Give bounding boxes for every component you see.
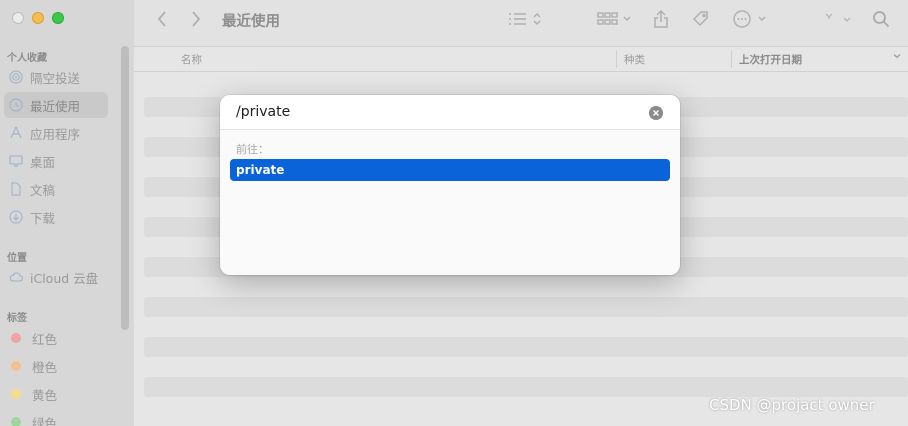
sidebar-tag-green[interactable]: 绿色 [4,409,108,426]
list-view-button[interactable] [506,9,546,29]
column-divider[interactable] [731,50,732,68]
tag-color-dot [11,389,21,399]
sidebar-item-airdrop[interactable]: 隔空投送 [4,64,108,90]
download-icon [9,210,23,224]
placeholder-row [144,337,908,357]
goto-label: 前往： [236,143,269,156]
applications-icon [9,126,23,140]
share-icon[interactable] [652,9,670,29]
tag-color-dot [11,333,21,343]
watermark: CSDN @projact owner [709,396,875,414]
sidebar-item-label: 隔空投送 [30,70,81,86]
column-header: 名称 种类 上次打开日期 [134,47,908,72]
column-name[interactable]: 名称 [181,52,202,67]
sidebar-item-desktop[interactable]: 桌面 [4,148,108,174]
sidebar-item-label: iCloud 云盘 [30,270,99,286]
placeholder-row [144,297,908,317]
cloud-icon [9,270,23,284]
document-icon [9,182,23,196]
sidebar-item-label: 红色 [32,331,58,347]
sidebar-item-recents[interactable]: 最近使用 [4,92,108,118]
more-actions-icon[interactable] [732,9,770,29]
traffic-lights [12,12,64,24]
sidebar-item-label: 应用程序 [30,126,81,142]
desktop-icon [9,154,23,168]
sidebar: 个人收藏 隔空投送 最近使用 应用程序 桌面 文稿 下载 位置 iCloud 云… [0,0,134,426]
sidebar-item-documents[interactable]: 文稿 [4,176,108,202]
search-icon[interactable] [872,9,890,29]
group-view-button[interactable] [596,9,634,29]
clear-icon[interactable] [649,106,663,120]
back-button[interactable] [156,9,168,29]
sidebar-item-downloads[interactable]: 下载 [4,204,108,230]
sidebar-item-label: 文稿 [30,182,56,198]
locations-header: 位置 [7,253,27,264]
close-window-button[interactable] [12,12,24,24]
tag-color-dot [11,361,21,371]
tag-icon[interactable] [691,9,711,29]
sidebar-tag-red[interactable]: 红色 [4,325,108,351]
forward-button[interactable] [190,9,202,29]
tag-color-dot [11,417,21,426]
toolbar: 最近使用 [134,0,908,47]
suggestion-item[interactable]: private [230,159,670,181]
column-kind[interactable]: 种类 [624,52,645,67]
column-divider[interactable] [616,50,617,68]
sidebar-item-label: 橙色 [32,359,58,375]
path-input[interactable] [220,95,680,130]
go-to-folder-dialog: 前往： private [220,95,680,275]
window-title: 最近使用 [222,14,280,30]
sidebar-item-label: 绿色 [32,415,58,426]
sidebar-tag-yellow[interactable]: 黄色 [4,381,108,407]
minimize-window-button[interactable] [32,12,44,24]
placeholder-row [144,377,908,397]
sidebar-item-icloud[interactable]: iCloud 云盘 [4,264,108,290]
finder-window: 个人收藏 隔空投送 最近使用 应用程序 桌面 文稿 下载 位置 iCloud 云… [0,0,908,426]
tags-header: 标签 [7,313,27,324]
sidebar-item-label: 桌面 [30,154,56,170]
clock-icon [9,98,23,112]
airdrop-icon [9,70,23,84]
sidebar-scrollbar[interactable] [121,46,129,330]
sidebar-item-label: 下载 [30,210,56,226]
sidebar-tag-orange[interactable]: 橙色 [4,353,108,379]
sidebar-item-label: 黄色 [32,387,58,403]
sidebar-item-applications[interactable]: 应用程序 [4,120,108,146]
chevron-down-icon[interactable] [892,51,902,64]
favorites-header: 个人收藏 [7,53,47,64]
sidebar-item-label: 最近使用 [30,98,81,114]
column-last-opened[interactable]: 上次打开日期 [739,52,802,67]
zoom-window-button[interactable] [52,12,64,24]
sort-order-icon[interactable] [822,9,856,29]
